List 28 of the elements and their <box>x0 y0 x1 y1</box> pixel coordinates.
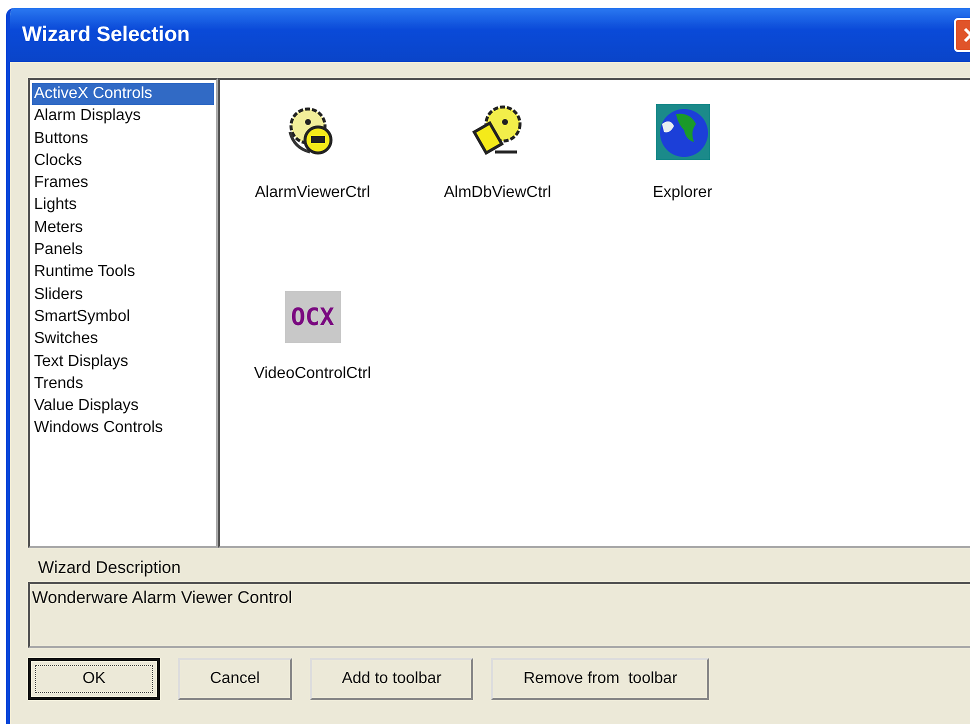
list-item[interactable]: Windows Controls <box>32 417 214 440</box>
list-item[interactable]: Meters <box>32 216 214 240</box>
list-item[interactable]: Alarm Displays <box>32 105 214 128</box>
dialog-button[interactable]: OK <box>28 658 160 700</box>
list-item[interactable]: Panels <box>32 239 214 262</box>
wizard-label[interactable]: Explorer <box>652 184 712 202</box>
list-item[interactable]: Clocks <box>32 150 214 172</box>
list-item[interactable]: ActiveX Controls <box>32 83 214 106</box>
list-item[interactable]: Runtime Tools <box>32 261 214 284</box>
description-text: Wonderware Alarm Viewer Control <box>28 582 970 648</box>
dialog-button[interactable]: Remove from toolbar <box>491 658 710 700</box>
wizard-label[interactable]: VideoControlCtrl <box>254 365 372 383</box>
list-item[interactable]: Text Displays <box>32 350 214 373</box>
description-label: Wizard Description <box>38 558 182 578</box>
list-item[interactable]: Value Displays <box>32 395 214 418</box>
list-item[interactable]: Lights <box>32 194 214 217</box>
dialog-button[interactable]: Add to toolbar <box>310 658 474 700</box>
wizard-label[interactable]: AlmDbViewCtrl <box>444 184 552 202</box>
list-item[interactable]: Buttons <box>32 128 214 150</box>
list-item[interactable]: SmartSymbol <box>32 306 214 328</box>
wizard-label[interactable]: AlarmViewerCtrl <box>254 184 370 202</box>
list-item[interactable]: Frames <box>32 172 214 194</box>
window-title: Wizard Selection <box>22 23 190 47</box>
list-item[interactable]: Trends <box>32 372 214 396</box>
dialog-button[interactable]: Cancel <box>178 658 292 700</box>
list-item[interactable]: Sliders <box>32 284 214 306</box>
ocx-icon: OCX <box>284 291 340 343</box>
list-item[interactable]: Switches <box>32 328 214 351</box>
